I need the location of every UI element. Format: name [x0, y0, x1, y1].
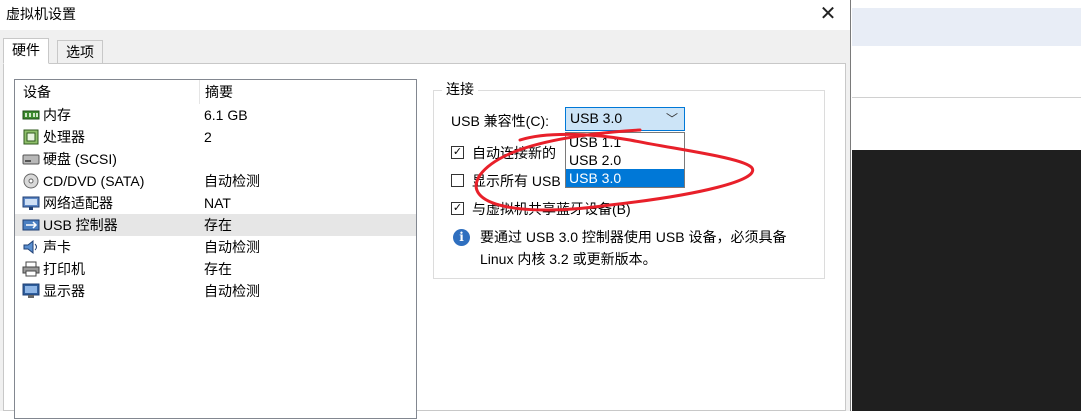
background-toolbar	[852, 8, 1081, 46]
device-row-sound-card[interactable]: 声卡 自动检测	[15, 236, 416, 258]
auto-connect-checkbox[interactable]: ✓	[451, 146, 464, 159]
device-list-header: 设备 摘要	[15, 80, 416, 104]
usb-icon	[22, 219, 40, 231]
device-name: 声卡	[43, 239, 71, 255]
device-summary: 自动检测	[204, 283, 260, 299]
background-console-area	[852, 150, 1081, 411]
device-name: 内存	[43, 107, 71, 123]
title-bar: 虚拟机设置 ✕	[0, 0, 850, 30]
device-list[interactable]: 设备 摘要 内存 6.1 GB 处理器 2 硬盘 (SCSI) CD/DVD (…	[14, 79, 417, 419]
device-summary: 自动检测	[204, 173, 260, 189]
tab-options-label: 选项	[66, 44, 94, 60]
monitor-icon	[22, 283, 40, 298]
usb3-info-text: 要通过 USB 3.0 控制器使用 USB 设备，必须具备 Linux 内核 3…	[480, 229, 787, 267]
device-row-usb-controller[interactable]: USB 控制器 存在	[15, 214, 416, 236]
device-name: 网络适配器	[43, 195, 113, 211]
dropdown-option-usb-3-0[interactable]: USB 3.0	[566, 169, 684, 187]
column-header-summary[interactable]: 摘要	[199, 80, 233, 104]
show-all-usb-checkbox[interactable]	[451, 174, 464, 187]
usb-compat-select[interactable]: USB 3.0 ﹀	[565, 107, 685, 131]
device-summary: 存在	[204, 217, 232, 233]
device-name: 打印机	[43, 261, 85, 277]
device-summary: 自动检测	[204, 239, 260, 255]
device-name: 显示器	[43, 283, 85, 299]
device-row-hard-disk[interactable]: 硬盘 (SCSI)	[15, 148, 416, 170]
device-summary: NAT	[204, 195, 231, 211]
auto-connect-label: 自动连接新的	[472, 145, 556, 161]
device-row-printer[interactable]: 打印机 存在	[15, 258, 416, 280]
device-name: CD/DVD (SATA)	[43, 173, 145, 189]
dropdown-option-usb-1-1[interactable]: USB 1.1	[566, 133, 684, 151]
column-header-device[interactable]: 设备	[23, 80, 51, 104]
processor-icon	[23, 129, 39, 145]
dropdown-option-usb-2-0[interactable]: USB 2.0	[566, 151, 684, 169]
share-bluetooth-checkbox[interactable]: ✓	[451, 202, 464, 215]
device-name: 处理器	[43, 129, 85, 145]
usb-compat-label: USB 兼容性(C):	[451, 113, 549, 129]
usb-compat-dropdown-list[interactable]: USB 1.1 USB 2.0 USB 3.0	[565, 132, 685, 188]
device-row-memory[interactable]: 内存 6.1 GB	[15, 104, 416, 126]
network-adapter-icon	[22, 196, 40, 210]
device-name: 硬盘 (SCSI)	[43, 151, 117, 167]
background-divider	[852, 97, 1081, 98]
device-row-network-adapter[interactable]: 网络适配器 NAT	[15, 192, 416, 214]
device-summary: 存在	[204, 261, 232, 277]
dialog-title: 虚拟机设置	[6, 6, 76, 22]
tab-options[interactable]: 选项	[57, 40, 103, 64]
share-bluetooth-label: 与虚拟机共享蓝牙设备(B)	[472, 201, 631, 217]
show-all-usb-label: 显示所有 USB	[472, 173, 561, 189]
tab-hardware[interactable]: 硬件	[3, 38, 49, 64]
chevron-down-icon: ﹀	[665, 112, 678, 126]
printer-icon	[22, 261, 40, 277]
memory-icon	[22, 110, 40, 120]
usb-compat-value: USB 3.0	[570, 110, 623, 126]
info-icon: i	[453, 229, 470, 246]
sound-card-icon	[23, 239, 37, 255]
vm-settings-dialog: 虚拟机设置 ✕ 硬件 选项 设备 摘要 内存 6.1 GB 处理器 2 硬盘 (…	[0, 0, 851, 419]
device-row-processor[interactable]: 处理器 2	[15, 126, 416, 148]
close-icon[interactable]: ✕	[816, 2, 840, 26]
hard-disk-icon	[22, 154, 40, 165]
device-row-cd-dvd[interactable]: CD/DVD (SATA) 自动检测	[15, 170, 416, 192]
background-window	[852, 0, 1081, 411]
device-summary: 2	[204, 129, 212, 145]
device-name: USB 控制器	[43, 217, 118, 233]
cd-dvd-icon	[23, 173, 39, 189]
device-summary: 6.1 GB	[204, 107, 248, 123]
connection-group-title: 连接	[442, 79, 478, 99]
device-row-monitor[interactable]: 显示器 自动检测	[15, 280, 416, 302]
tab-hardware-label: 硬件	[12, 42, 40, 58]
